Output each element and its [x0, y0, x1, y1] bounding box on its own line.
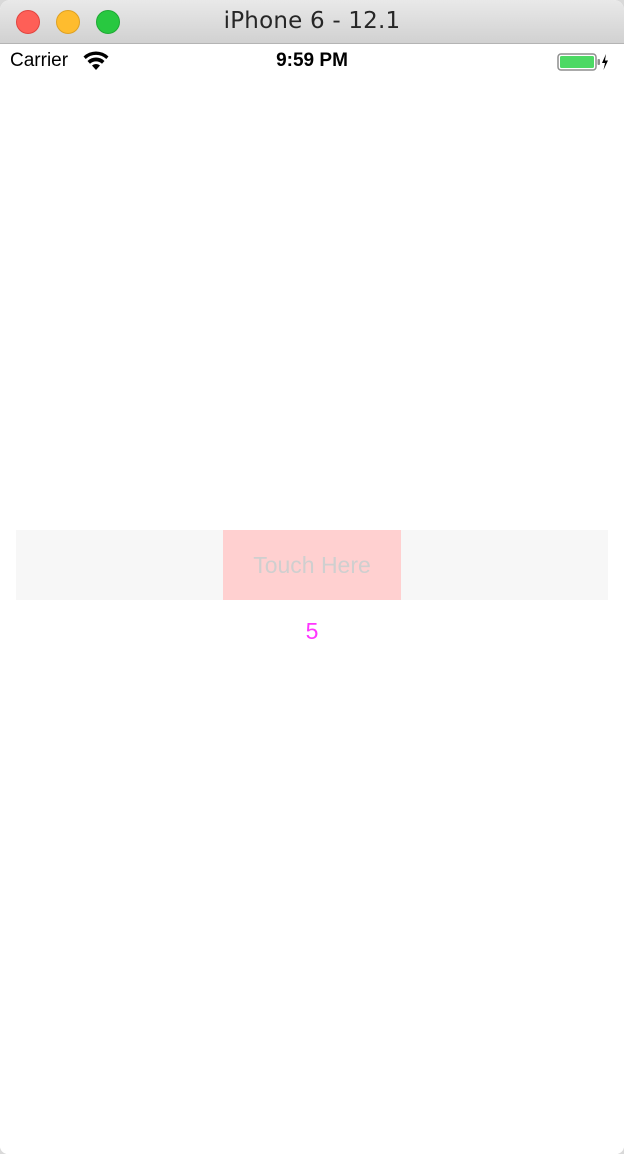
app-screen: Touch Here 5 — [0, 80, 624, 1154]
window-title: iPhone 6 - 12.1 — [223, 8, 401, 34]
charging-bolt-icon — [602, 54, 608, 70]
window-titlebar[interactable]: iPhone 6 - 12.1 — [0, 0, 624, 44]
ios-status-bar: Carrier 9:59 PM — [0, 44, 624, 80]
battery-icon — [557, 53, 608, 71]
tap-counter-label: 5 — [305, 618, 319, 644]
simulator-window: iPhone 6 - 12.1 Carrier 9:59 PM Touch He… — [0, 0, 624, 1154]
status-time: 9:59 PM — [276, 50, 348, 71]
touch-here-button[interactable]: Touch Here — [223, 530, 401, 600]
